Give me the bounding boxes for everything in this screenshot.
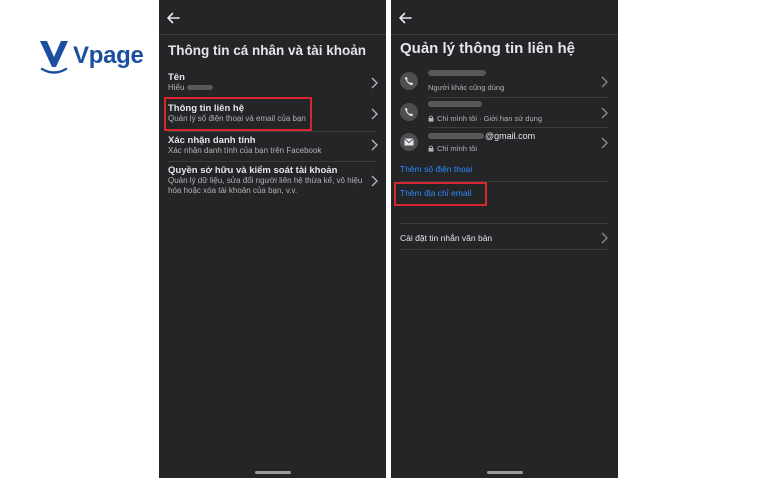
highlight-box-add-email [394, 182, 487, 206]
top-bar [391, 0, 618, 35]
contact-item-phone-2[interactable]: Chỉ mình tôi · Giới hạn sử dụng [400, 99, 610, 127]
phone-icon [400, 103, 418, 121]
menu-item-title: Quyền sở hữu và kiểm soát tài khoản [168, 165, 338, 176]
email-icon [400, 133, 418, 151]
page-title: Thông tin cá nhân và tài khoản [168, 43, 367, 58]
menu-item-subtitle: Quản lý dữ liệu, sửa đổi người liên hệ t… [168, 176, 363, 195]
account-info-screen: Thông tin cá nhân và tài khoản Tên Hiếu … [159, 0, 386, 478]
phone-icon [400, 72, 418, 90]
logo-text: Vpage [73, 42, 144, 69]
contact-subtitle: Người khác cũng dùng [428, 83, 505, 92]
vpage-logo-icon [40, 40, 68, 74]
top-bar [159, 0, 386, 35]
divider [168, 131, 376, 132]
back-arrow-icon[interactable] [397, 10, 413, 26]
contact-item-phone-1[interactable]: Người khác cũng dùng [400, 68, 610, 96]
contact-value [428, 70, 486, 76]
vpage-logo: Vpage [38, 36, 144, 76]
chevron-right-icon [370, 175, 378, 187]
menu-item-ownership[interactable]: Quyền sở hữu và kiểm soát tài khoản Quản… [168, 165, 363, 196]
divider [428, 127, 608, 128]
contact-item-email[interactable]: @gmail.com Chỉ mình tôi [400, 129, 610, 157]
back-arrow-icon[interactable] [165, 10, 181, 26]
chevron-right-icon [600, 232, 608, 244]
contact-info-screen: Quản lý thông tin liên hệ Người khác cũn… [391, 0, 618, 478]
lock-icon [428, 145, 434, 152]
chevron-right-icon [370, 139, 378, 151]
menu-item-title: Tên [168, 72, 185, 83]
menu-item-identity[interactable]: Xác nhận danh tính Xác nhận danh tính củ… [168, 135, 380, 156]
chevron-right-icon [370, 108, 378, 120]
home-indicator [486, 471, 523, 474]
page-title: Quản lý thông tin liên hệ [400, 40, 575, 57]
chevron-right-icon [600, 107, 608, 119]
divider [428, 97, 608, 98]
add-phone-link[interactable]: Thêm số điện thoại [400, 164, 472, 174]
home-indicator [254, 471, 291, 474]
contact-subtitle: Chỉ mình tôi [428, 144, 477, 153]
divider [400, 249, 608, 250]
highlight-box-contact-info [164, 97, 312, 131]
menu-item-title: Xác nhận danh tính [168, 135, 256, 146]
chevron-right-icon [600, 76, 608, 88]
chevron-right-icon [600, 137, 608, 149]
contact-value [428, 101, 482, 107]
sms-settings-item[interactable]: Cài đặt tin nhắn văn bản [400, 233, 492, 243]
menu-item-name[interactable]: Tên Hiếu [168, 72, 380, 93]
lock-icon [428, 115, 434, 122]
contact-value: @gmail.com [428, 131, 535, 141]
menu-item-subtitle: Xác nhận danh tính của bạn trên Facebook [168, 146, 322, 155]
divider [168, 161, 376, 162]
chevron-right-icon [370, 77, 378, 89]
divider [400, 223, 608, 224]
contact-subtitle: Chỉ mình tôi · Giới hạn sử dụng [428, 114, 542, 123]
menu-item-subtitle: Hiếu [168, 83, 380, 93]
